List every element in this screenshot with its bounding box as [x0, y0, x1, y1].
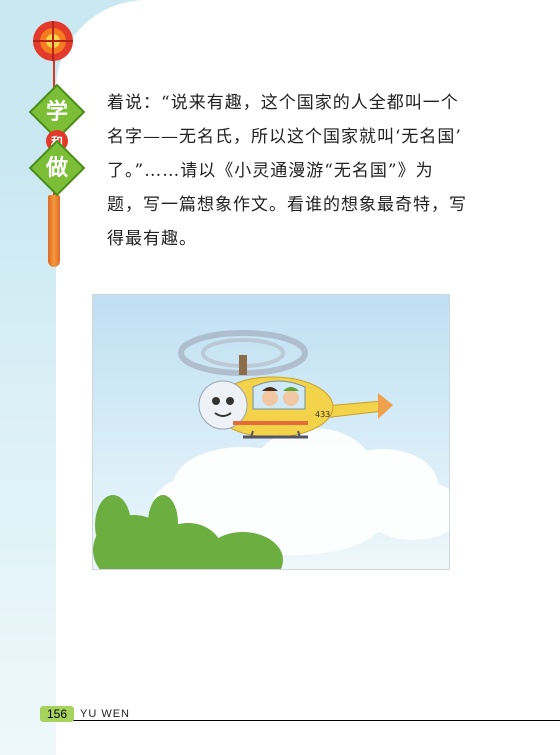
footer-divider: [56, 720, 560, 721]
body-text: 着说：“说来有趣，这个国家的人全都叫一个 名字——无名氏，所以这个国家就叫‘无名…: [107, 86, 479, 256]
text-line-4: 题，写一篇想象作文。看谁的想象最奇特，写: [107, 195, 467, 215]
tassel-icon: [48, 195, 60, 267]
text-line-1: 着说：“说来有趣，这个国家的人全都叫一个: [107, 93, 459, 113]
helicopter-illustration: 433: [92, 294, 450, 570]
badge-zuo: 做: [45, 156, 68, 181]
text-line-2: 名字——无名氏，所以这个国家就叫‘无名国’: [107, 127, 462, 147]
helicopter-number: 433: [315, 410, 330, 419]
page-number: 156: [40, 706, 74, 722]
badge-xue: 学: [45, 100, 68, 125]
chinese-knot-icon: [33, 21, 73, 61]
text-line-5: 得最有趣。: [107, 229, 197, 249]
helicopter-scene-icon: 433: [93, 330, 449, 569]
footer-label: YU WEN: [80, 708, 130, 720]
text-line-3: 了。”……请以《小灵通漫游“无名国”》为: [107, 161, 434, 181]
